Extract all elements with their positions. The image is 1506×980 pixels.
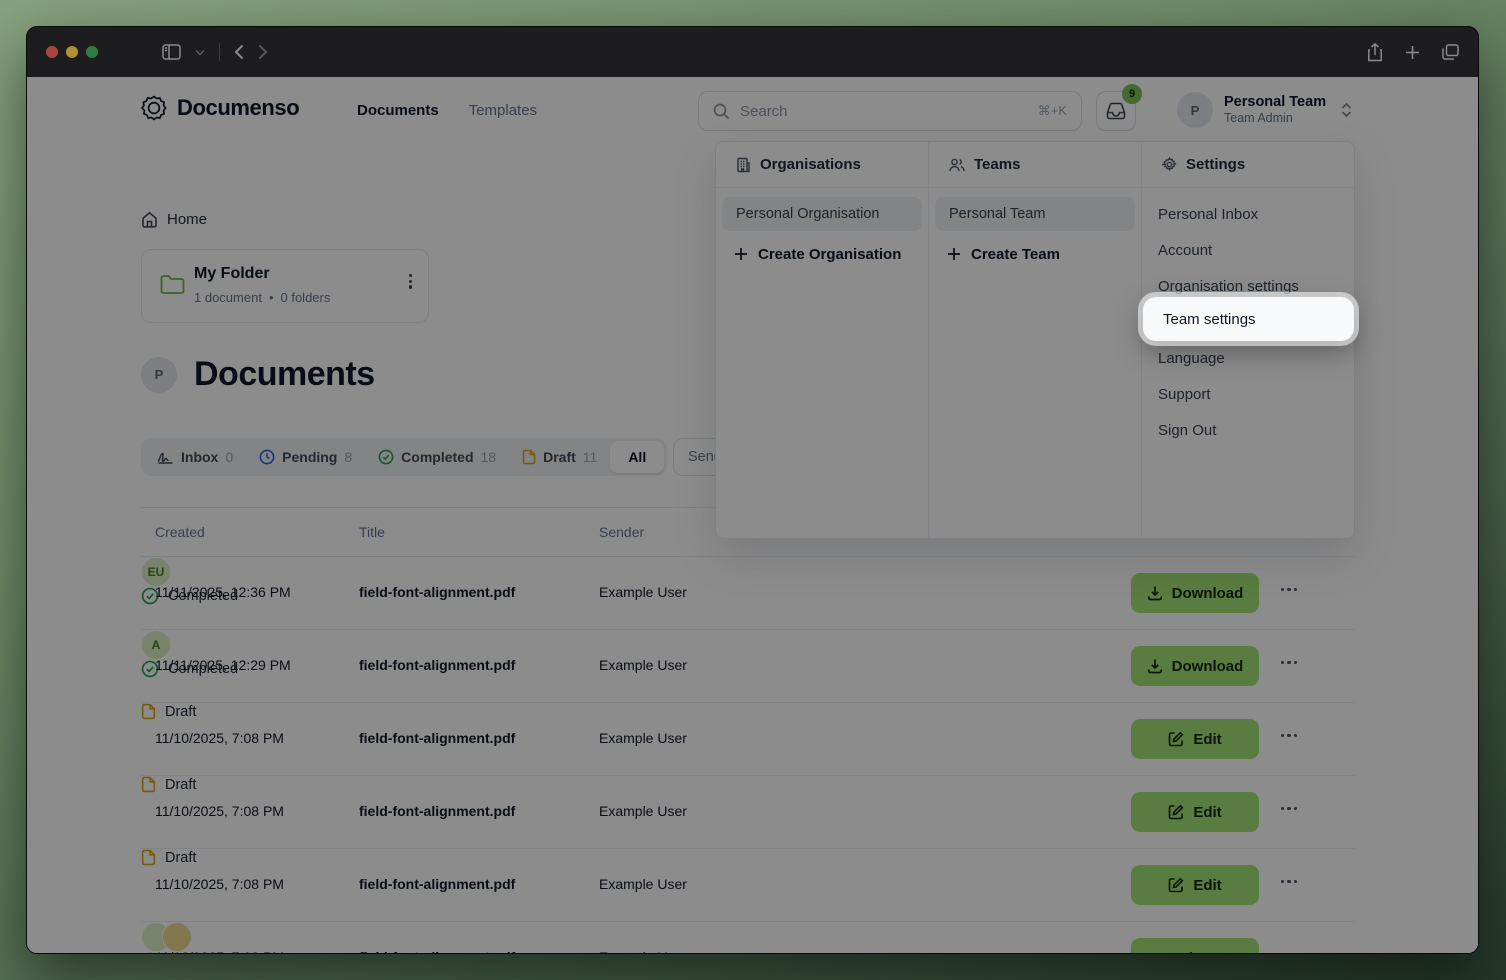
chevron-down-icon[interactable] (195, 49, 205, 56)
dim-overlay (27, 77, 1478, 954)
tab-overview-icon[interactable] (1442, 44, 1459, 60)
close-window-button[interactable] (46, 46, 58, 58)
forward-icon[interactable] (258, 44, 268, 60)
share-icon[interactable] (1367, 43, 1383, 62)
status-label: Pending (168, 953, 221, 954)
titlebar (27, 27, 1478, 77)
team-settings-spotlight[interactable]: Team settings (1143, 297, 1354, 341)
toolbar-divider (219, 43, 220, 61)
browser-window: Documenso Documents Templates Search ⌘+K… (26, 26, 1479, 954)
new-tab-icon[interactable] (1405, 45, 1420, 60)
maximize-window-button[interactable] (86, 46, 98, 58)
back-icon[interactable] (234, 44, 244, 60)
minimize-window-button[interactable] (66, 46, 78, 58)
row-options-icon[interactable] (1281, 953, 1297, 954)
sidebar-toggle-icon[interactable] (162, 44, 181, 60)
documenso-page: Documenso Documents Templates Search ⌘+K… (27, 77, 1478, 954)
